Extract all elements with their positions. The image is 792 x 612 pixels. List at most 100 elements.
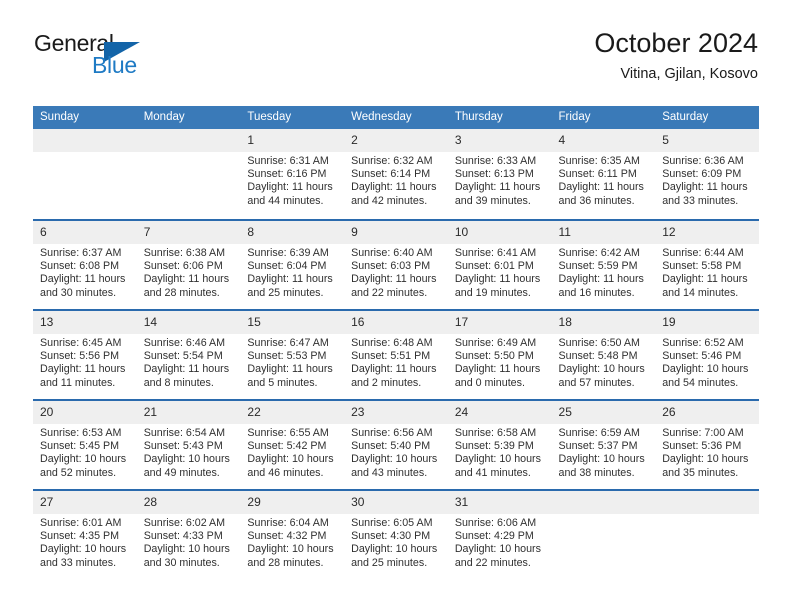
sunset-time: Sunset: 4:35 PM <box>40 530 120 543</box>
day-details: Sunrise: 6:33 AM Sunset: 6:13 PM Daylight:… <box>448 152 552 208</box>
day-details: Sunrise: 6:47 AM Sunset: 5:53 PM Daylight:… <box>240 334 344 390</box>
daylight-duration-line1: Daylight: 11 hours <box>662 273 748 286</box>
sunset-time: Sunset: 5:58 PM <box>662 260 742 273</box>
calendar-day-cell-empty <box>136 129 241 219</box>
day-cell-inner: 17 Sunrise: 6:49 AM Sunset: 5:50 PM Dayligh… <box>447 309 552 399</box>
calendar-day-cell[interactable]: 4 Sunrise: 6:35 AM Sunset: 6:11 PM Daylight… <box>551 129 656 219</box>
calendar-day-cell[interactable]: 26 Sunrise: 7:00 AM Sunset: 5:36 PM Dayligh… <box>655 399 759 489</box>
day-cell-inner <box>33 129 137 219</box>
general-blue-logo[interactable]: General Blue <box>34 30 214 88</box>
day-cell-inner: 10 Sunrise: 6:41 AM Sunset: 6:01 PM Dayligh… <box>447 219 552 309</box>
calendar-day-cell[interactable]: 31 Sunrise: 6:06 AM Sunset: 4:29 PM Dayligh… <box>447 489 552 579</box>
calendar-day-cell[interactable]: 20 Sunrise: 6:53 AM Sunset: 5:45 PM Dayligh… <box>33 399 137 489</box>
daylight-duration-line1: Daylight: 11 hours <box>143 363 230 376</box>
calendar-day-cell[interactable]: 16 Sunrise: 6:48 AM Sunset: 5:51 PM Dayligh… <box>344 309 448 399</box>
calendar-day-cell[interactable]: 12 Sunrise: 6:44 AM Sunset: 5:58 PM Dayligh… <box>655 219 759 309</box>
calendar-day-cell[interactable]: 29 Sunrise: 6:04 AM Sunset: 4:32 PM Dayligh… <box>240 489 345 579</box>
calendar-day-cell[interactable]: 21 Sunrise: 6:54 AM Sunset: 5:43 PM Dayligh… <box>136 399 241 489</box>
weekday-header-friday: Friday <box>551 106 656 129</box>
calendar-day-cell[interactable]: 3 Sunrise: 6:33 AM Sunset: 6:13 PM Daylight… <box>447 129 552 219</box>
day-details: Sunrise: 6:59 AM Sunset: 5:37 PM Daylight:… <box>552 424 656 480</box>
calendar-week-row: 1 Sunrise: 6:31 AM Sunset: 6:16 PM Daylight… <box>33 129 759 219</box>
daylight-duration-line2: and 33 minutes. <box>662 194 739 207</box>
calendar-day-cell[interactable]: 15 Sunrise: 6:47 AM Sunset: 5:53 PM Dayligh… <box>240 309 345 399</box>
sunrise-time: Sunrise: 7:00 AM <box>662 427 744 439</box>
daylight-duration-line2: and 2 minutes. <box>351 376 422 389</box>
daylight-duration-line2: and 5 minutes. <box>247 376 318 389</box>
calendar-day-cell[interactable]: 2 Sunrise: 6:32 AM Sunset: 6:14 PM Daylight… <box>344 129 448 219</box>
daylight-duration-line2: and 49 minutes. <box>143 466 220 479</box>
sunset-time: Sunset: 5:48 PM <box>558 350 638 363</box>
calendar-day-cell[interactable]: 9 Sunrise: 6:40 AM Sunset: 6:03 PM Daylight… <box>344 219 448 309</box>
day-number: 30 <box>344 491 448 514</box>
day-number: 5 <box>655 129 759 152</box>
day-details: Sunrise: 6:48 AM Sunset: 5:51 PM Daylight:… <box>344 334 448 390</box>
day-details: Sunrise: 6:44 AM Sunset: 5:58 PM Daylight:… <box>655 244 759 300</box>
calendar-day-cell[interactable]: 13 Sunrise: 6:45 AM Sunset: 5:56 PM Dayligh… <box>33 309 137 399</box>
sunrise-time: Sunrise: 6:01 AM <box>40 517 122 529</box>
calendar-day-cell[interactable]: 11 Sunrise: 6:42 AM Sunset: 5:59 PM Dayligh… <box>551 219 656 309</box>
sunrise-time: Sunrise: 6:39 AM <box>247 247 329 259</box>
sunset-time: Sunset: 5:46 PM <box>662 350 742 363</box>
daylight-duration-line1: Daylight: 11 hours <box>351 273 437 286</box>
sunset-time: Sunset: 5:54 PM <box>143 350 223 363</box>
sunset-time: Sunset: 4:32 PM <box>247 530 327 543</box>
calendar-day-cell[interactable]: 27 Sunrise: 6:01 AM Sunset: 4:35 PM Dayligh… <box>33 489 137 579</box>
daylight-duration-line2: and 46 minutes. <box>247 466 324 479</box>
day-details: Sunrise: 6:39 AM Sunset: 6:04 PM Daylight:… <box>240 244 344 300</box>
calendar-day-cell[interactable]: 23 Sunrise: 6:56 AM Sunset: 5:40 PM Dayligh… <box>344 399 448 489</box>
sunset-time: Sunset: 5:59 PM <box>558 260 638 273</box>
sunrise-time: Sunrise: 6:37 AM <box>40 247 122 259</box>
calendar-day-cell[interactable]: 22 Sunrise: 6:55 AM Sunset: 5:42 PM Dayligh… <box>240 399 345 489</box>
daylight-duration-line1: Daylight: 10 hours <box>40 543 127 556</box>
day-number: 31 <box>447 491 552 514</box>
calendar-day-cell[interactable]: 24 Sunrise: 6:58 AM Sunset: 5:39 PM Dayligh… <box>447 399 552 489</box>
sunset-time: Sunset: 5:56 PM <box>40 350 120 363</box>
sunrise-time: Sunrise: 6:50 AM <box>558 337 640 349</box>
sunrise-time: Sunrise: 6:58 AM <box>454 427 537 439</box>
calendar-day-cell[interactable]: 14 Sunrise: 6:46 AM Sunset: 5:54 PM Dayligh… <box>136 309 241 399</box>
day-number: 29 <box>240 491 345 514</box>
page-subtitle-location: Vitina, Gjilan, Kosovo <box>620 66 758 82</box>
daylight-duration-line2: and 30 minutes. <box>143 556 220 569</box>
daylight-duration-line2: and 41 minutes. <box>454 466 531 479</box>
calendar-day-cell[interactable]: 1 Sunrise: 6:31 AM Sunset: 6:16 PM Daylight… <box>240 129 345 219</box>
day-details: Sunrise: 6:01 AM Sunset: 4:35 PM Daylight:… <box>33 514 137 570</box>
day-cell-inner: 26 Sunrise: 7:00 AM Sunset: 5:36 PM Dayligh… <box>655 399 759 489</box>
day-details: Sunrise: 6:02 AM Sunset: 4:33 PM Daylight:… <box>137 514 241 570</box>
sunrise-time: Sunrise: 6:45 AM <box>40 337 122 349</box>
day-number: 23 <box>344 401 448 424</box>
sunset-time: Sunset: 6:04 PM <box>247 260 327 273</box>
calendar-day-cell[interactable]: 19 Sunrise: 6:52 AM Sunset: 5:46 PM Dayligh… <box>655 309 759 399</box>
day-cell-inner: 29 Sunrise: 6:04 AM Sunset: 4:32 PM Dayligh… <box>240 489 345 579</box>
calendar-day-cell[interactable]: 5 Sunrise: 6:36 AM Sunset: 6:09 PM Daylight… <box>655 129 759 219</box>
daylight-duration-line2: and 52 minutes. <box>40 466 117 479</box>
day-cell-inner: 8 Sunrise: 6:39 AM Sunset: 6:04 PM Daylight… <box>240 219 345 309</box>
calendar-day-cell[interactable]: 28 Sunrise: 6:02 AM Sunset: 4:33 PM Dayligh… <box>136 489 241 579</box>
daylight-duration-line2: and 42 minutes. <box>351 194 428 207</box>
sunrise-time: Sunrise: 6:41 AM <box>454 247 537 259</box>
daylight-duration-line1: Daylight: 10 hours <box>247 543 334 556</box>
day-number: 3 <box>447 129 552 152</box>
day-cell-inner <box>551 489 656 579</box>
day-number <box>655 491 759 514</box>
calendar-day-cell[interactable]: 30 Sunrise: 6:05 AM Sunset: 4:30 PM Dayligh… <box>344 489 448 579</box>
day-cell-inner: 19 Sunrise: 6:52 AM Sunset: 5:46 PM Dayligh… <box>655 309 759 399</box>
daylight-duration-line1: Daylight: 10 hours <box>662 453 749 466</box>
daylight-duration-line2: and 44 minutes. <box>247 194 324 207</box>
day-details: Sunrise: 6:54 AM Sunset: 5:43 PM Daylight:… <box>137 424 241 480</box>
calendar-day-cell[interactable]: 10 Sunrise: 6:41 AM Sunset: 6:01 PM Dayligh… <box>447 219 552 309</box>
calendar-day-cell[interactable]: 17 Sunrise: 6:49 AM Sunset: 5:50 PM Dayligh… <box>447 309 552 399</box>
day-number: 25 <box>551 401 656 424</box>
calendar-day-cell[interactable]: 18 Sunrise: 6:50 AM Sunset: 5:48 PM Dayligh… <box>551 309 656 399</box>
daylight-duration-line2: and 57 minutes. <box>558 376 635 389</box>
calendar-day-cell[interactable]: 6 Sunrise: 6:37 AM Sunset: 6:08 PM Daylight… <box>33 219 137 309</box>
day-details: Sunrise: 6:41 AM Sunset: 6:01 PM Daylight:… <box>448 244 552 300</box>
sunrise-time: Sunrise: 6:48 AM <box>351 337 433 349</box>
calendar-day-cell[interactable]: 25 Sunrise: 6:59 AM Sunset: 5:37 PM Dayligh… <box>551 399 656 489</box>
calendar-day-cell[interactable]: 7 Sunrise: 6:38 AM Sunset: 6:06 PM Daylight… <box>136 219 241 309</box>
calendar-day-cell[interactable]: 8 Sunrise: 6:39 AM Sunset: 6:04 PM Daylight… <box>240 219 345 309</box>
day-details: Sunrise: 6:40 AM Sunset: 6:03 PM Daylight:… <box>344 244 448 300</box>
day-details: Sunrise: 6:58 AM Sunset: 5:39 PM Daylight:… <box>448 424 552 480</box>
daylight-duration-line2: and 22 minutes. <box>351 286 428 299</box>
